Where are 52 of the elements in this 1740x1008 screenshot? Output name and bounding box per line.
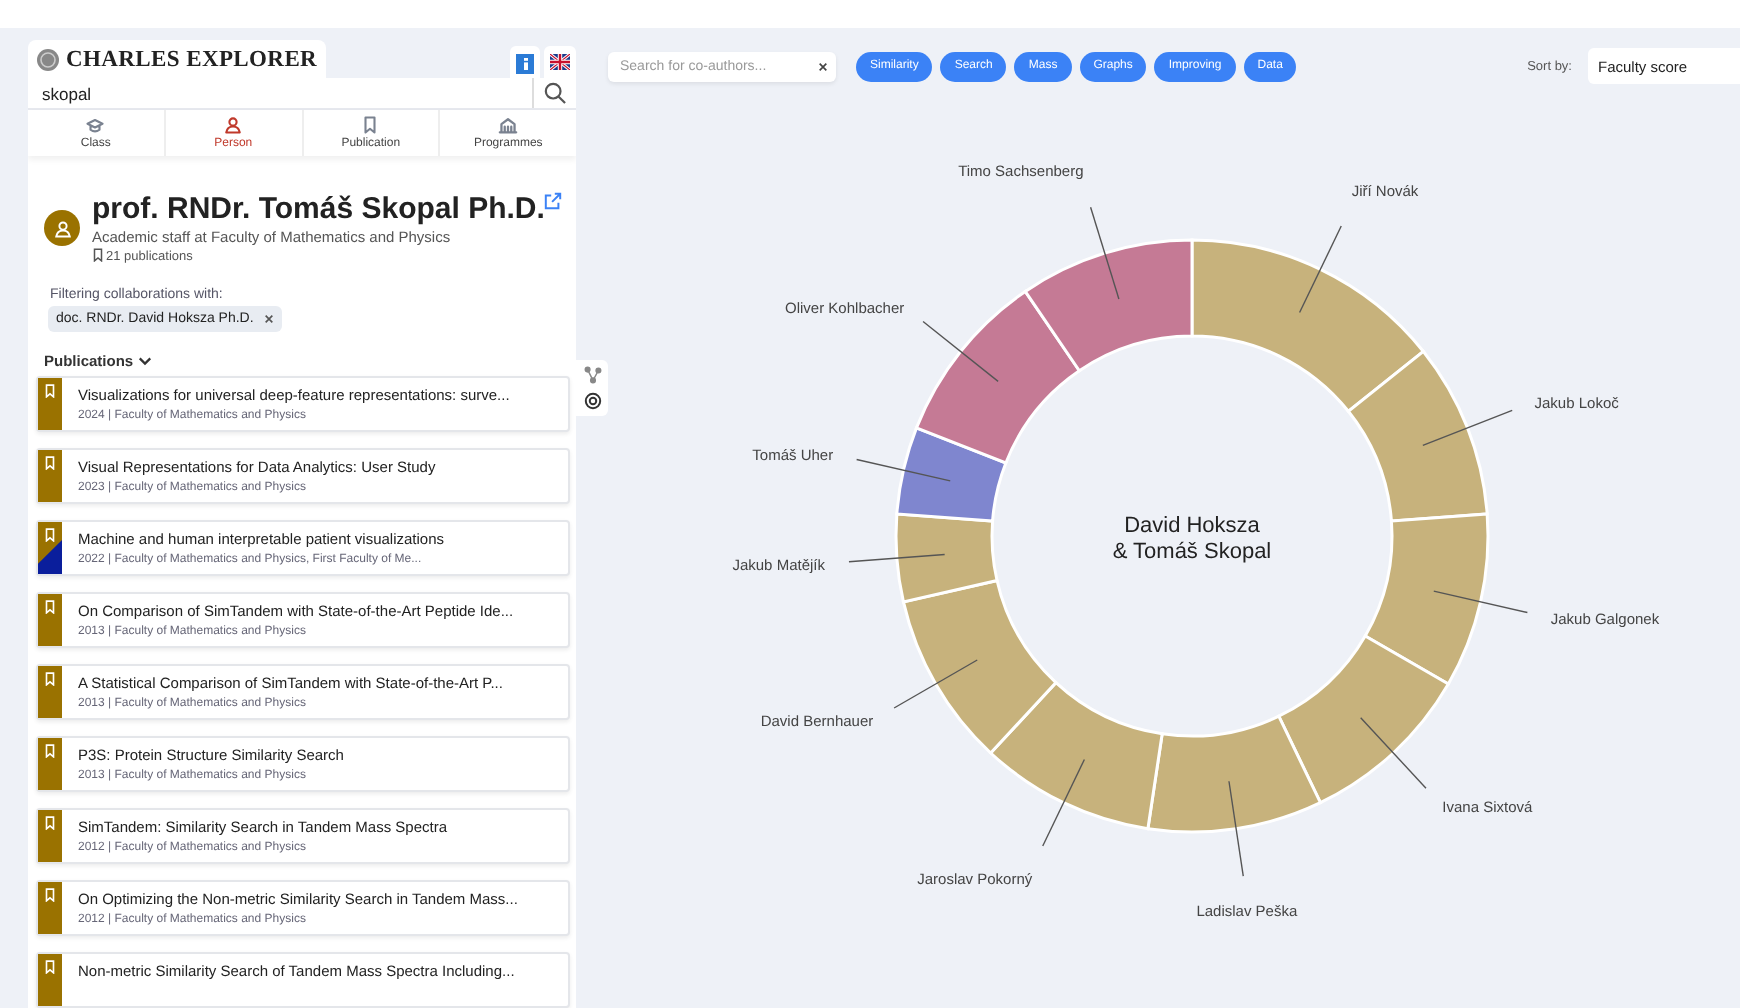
donut-segment[interactable] xyxy=(989,681,1164,831)
bookmark-icon xyxy=(44,960,56,974)
brand-tab[interactable]: CHARLES EXPLORER xyxy=(28,40,326,78)
chevron-down-icon[interactable] xyxy=(137,356,152,366)
brand-title: CHARLES EXPLORER xyxy=(66,48,318,72)
bookmark-icon xyxy=(44,528,56,542)
person-name: prof. RNDr. Tomáš Skopal Ph.D. xyxy=(92,192,545,226)
graduation-cap-icon xyxy=(86,117,105,133)
leader-line xyxy=(1089,206,1120,300)
leader-line xyxy=(1433,590,1529,614)
clear-icon[interactable] xyxy=(818,61,828,71)
external-link-icon[interactable] xyxy=(544,192,563,210)
bookmark-icon xyxy=(92,248,104,262)
donut-segment[interactable] xyxy=(1363,512,1490,686)
bookmark-icon xyxy=(44,816,56,830)
donut-segment[interactable] xyxy=(1346,349,1489,523)
bookmark-icon xyxy=(44,456,56,470)
bookmark-icon xyxy=(44,384,56,398)
target-icon[interactable] xyxy=(583,392,601,410)
leader-line xyxy=(848,553,946,563)
leader-line xyxy=(922,320,999,383)
person-icon xyxy=(224,116,243,134)
donut-segment[interactable] xyxy=(894,512,999,604)
center-label: & Tomáš Skopal xyxy=(1112,540,1272,564)
search-field[interactable]: skopal xyxy=(28,83,532,103)
leader-line xyxy=(1228,780,1244,877)
bookmark-icon xyxy=(44,672,56,686)
leader-line xyxy=(1422,409,1513,447)
seal-logo-icon xyxy=(36,48,60,72)
donut-segment[interactable] xyxy=(1023,238,1194,373)
donut-segment[interactable] xyxy=(914,289,1081,465)
leader-line xyxy=(893,659,978,709)
info-icon[interactable] xyxy=(516,54,534,74)
graph-nodes-icon[interactable] xyxy=(583,366,601,384)
leader-line xyxy=(1298,225,1342,314)
donut-segment[interactable] xyxy=(1277,634,1450,805)
donut-segment[interactable] xyxy=(895,426,1008,523)
bookmark-icon xyxy=(362,116,379,134)
bookmark-icon xyxy=(44,744,56,758)
uk-flag-icon[interactable] xyxy=(550,54,570,70)
avatar-icon xyxy=(44,210,80,246)
bookmark-icon xyxy=(44,600,56,614)
center-label: David Hoksza xyxy=(1124,514,1260,538)
donut-segment[interactable] xyxy=(1146,714,1322,834)
search-icon[interactable] xyxy=(544,82,566,104)
close-icon[interactable] xyxy=(263,314,274,324)
leader-line xyxy=(1042,758,1086,847)
donut-segment[interactable] xyxy=(1190,238,1425,413)
leader-line xyxy=(1360,717,1427,789)
building-icon xyxy=(498,116,519,134)
leader-line xyxy=(855,458,951,482)
bookmark-icon xyxy=(44,888,56,902)
